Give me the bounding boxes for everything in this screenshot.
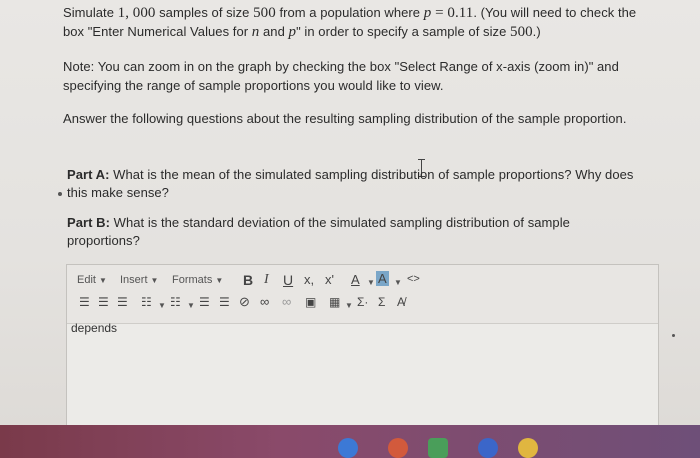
align-left-icon[interactable]: ☰ [79,295,90,309]
chevron-down-icon: ▼ [215,276,224,285]
image-link-icon[interactable]: ⊘ [239,294,250,310]
question-line-2: box "Enter Numerical Values for n and p"… [63,24,541,40]
editor-content[interactable]: depends [71,321,117,335]
link-icon[interactable]: ∞ [260,294,269,309]
chevron-down-icon[interactable]: ▼ [155,299,166,311]
part-a-label: Part A: [67,167,110,182]
bullet-list-icon[interactable]: ☷ [141,295,152,309]
numbered-list-icon[interactable]: ☷ [170,295,181,309]
superscript-button[interactable]: x' [325,272,334,287]
outdent-icon[interactable]: ☰ [199,295,210,309]
part-a-line-1: Part A: What is the mean of the simulate… [67,167,634,182]
chevron-down-icon[interactable]: ▼ [364,276,375,288]
unlink-icon[interactable]: ∞ [282,294,291,309]
part-a-line-2: this make sense? [67,185,169,200]
browser-app-icon[interactable] [338,438,358,458]
chevron-down-icon[interactable]: ▼ [391,276,402,288]
app-icon-2[interactable] [518,438,538,458]
bold-button[interactable]: B [243,272,253,288]
align-right-icon[interactable]: ☰ [117,295,128,309]
sum-superscript-button[interactable]: Σ· [357,295,368,309]
menu-insert[interactable]: Insert ▼ [120,274,158,286]
menu-edit[interactable]: Edit ▼ [77,274,107,286]
indent-icon[interactable]: ☰ [219,295,230,309]
chevron-down-icon: ▼ [98,276,107,285]
background-color-button[interactable]: A [376,271,389,286]
editor-toolbar: Edit ▼ Insert ▼ Formats ▼ B I U x, x' A ▼ A… [67,265,658,324]
part-b-line-2: proportions? [67,233,140,248]
question-line-1: Simulate 1, 000 samples of size 500 from… [63,5,637,21]
align-center-icon[interactable]: ☰ [98,295,109,309]
part-b-label: Part B: [67,215,110,230]
rich-text-editor[interactable]: Edit ▼ Insert ▼ Formats ▼ B I U x, x' A ▼ A… [66,264,659,427]
note-line-2: specifying the range of sample proportio… [63,78,444,93]
font-color-button[interactable]: A [351,272,360,287]
note-line-1: Note: You can zoom in on the graph by ch… [63,59,619,74]
question-page: Simulate 1, 000 samples of size 500 from… [0,0,700,427]
table-icon[interactable]: ▦ [329,295,340,309]
app-icon[interactable] [478,438,498,458]
chevron-down-icon[interactable]: ▼ [184,299,195,311]
underline-button[interactable]: U [283,272,293,288]
calendar-app-icon[interactable] [428,438,448,458]
part-b-line-1: Part B: What is the standard deviation o… [67,215,570,230]
code-button[interactable]: <> [407,273,420,285]
subscript-button[interactable]: x, [304,272,314,287]
italic-button[interactable]: I [264,272,269,288]
instructions-line: Answer the following questions about the… [63,111,627,126]
sum-button[interactable]: Σ [378,295,385,309]
spellcheck-button[interactable]: A̸ [397,295,405,309]
mail-app-icon[interactable] [388,438,408,458]
chevron-down-icon[interactable]: ▼ [342,299,353,311]
image-icon[interactable]: ▣ [305,295,316,309]
chevron-down-icon: ▼ [150,276,159,285]
menu-formats[interactable]: Formats ▼ [172,274,223,286]
taskbar [0,425,700,458]
bullet-dot [58,192,62,196]
decorative-dot [672,334,675,337]
